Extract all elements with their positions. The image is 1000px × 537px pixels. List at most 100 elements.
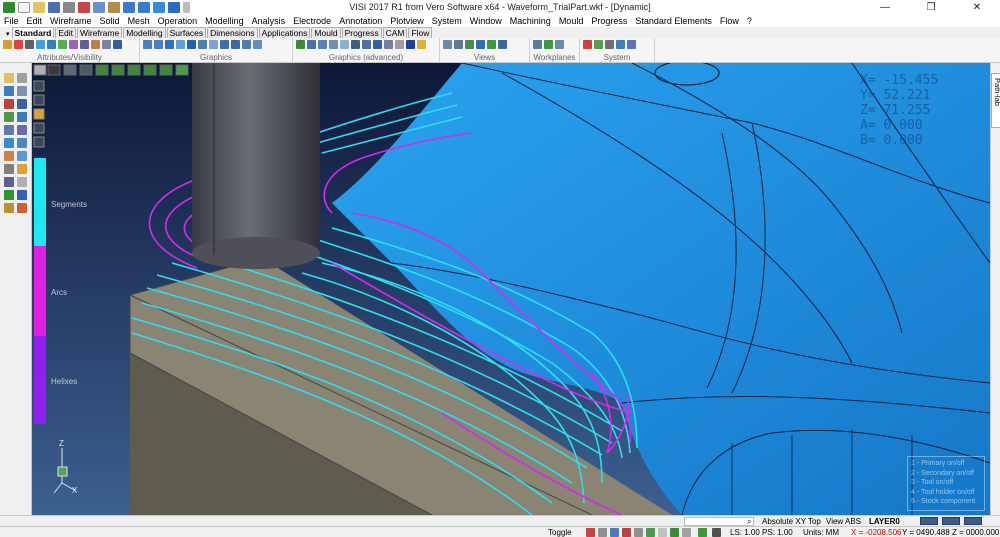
line-icon[interactable]	[4, 86, 14, 96]
menu-electrode[interactable]: Electrode	[293, 16, 331, 26]
refresh-icon[interactable]	[698, 528, 707, 537]
render-icon[interactable]	[296, 40, 305, 49]
fit-icon[interactable]	[231, 40, 240, 49]
wire-icon[interactable]	[176, 40, 185, 49]
perspective-icon[interactable]	[318, 40, 327, 49]
group-icon[interactable]	[91, 40, 100, 49]
lines-icon[interactable]	[25, 40, 34, 49]
shield-icon[interactable]	[406, 40, 415, 49]
extrude-icon[interactable]	[17, 138, 27, 148]
tab-modelling[interactable]: Modelling	[123, 27, 166, 38]
curve-icon[interactable]	[4, 125, 14, 135]
workplane-set-icon[interactable]	[544, 40, 553, 49]
gold-icon[interactable]	[417, 40, 426, 49]
layer-item-tool-holder[interactable]: 4 - Tool holder on/off	[911, 488, 981, 498]
visibility-icon[interactable]	[58, 40, 67, 49]
color-icon[interactable]	[14, 40, 23, 49]
menu-machining[interactable]: Machining	[510, 16, 551, 26]
rotate-icon[interactable]	[165, 40, 174, 49]
grid-snap-icon[interactable]	[598, 528, 607, 537]
view-iso-icon[interactable]	[476, 40, 485, 49]
measure-icon[interactable]	[4, 177, 14, 187]
workplane-list-icon[interactable]	[555, 40, 564, 49]
view-front-icon[interactable]	[454, 40, 463, 49]
menu-help[interactable]: ?	[747, 16, 752, 26]
diamond-icon[interactable]	[627, 40, 636, 49]
minimize-button[interactable]: —	[862, 0, 908, 15]
menu-modelling[interactable]: Modelling	[205, 16, 244, 26]
redraw-icon[interactable]	[253, 40, 262, 49]
save-icon[interactable]	[48, 2, 60, 13]
arc-icon[interactable]	[4, 112, 14, 122]
menu-operation[interactable]: Operation	[158, 16, 198, 26]
copy-icon[interactable]	[93, 2, 105, 13]
redo-icon[interactable]	[138, 2, 150, 13]
lock-icon[interactable]	[670, 528, 679, 537]
tab-applications[interactable]: Applications	[258, 27, 311, 38]
attributes-icon[interactable]	[69, 40, 78, 49]
tab-standard[interactable]: Standard	[11, 27, 55, 38]
filter-icon[interactable]	[80, 40, 89, 49]
show-icon[interactable]	[36, 40, 45, 49]
polar-icon[interactable]	[634, 528, 643, 537]
light-icon[interactable]	[209, 40, 218, 49]
path-lab-tab[interactable]: Path-lab	[991, 73, 1000, 128]
menu-edit[interactable]: Edit	[27, 16, 43, 26]
shade-icon[interactable]	[187, 40, 196, 49]
torus-icon[interactable]	[17, 125, 27, 135]
select-icon[interactable]	[113, 40, 122, 49]
menu-plotview[interactable]: Plotview	[390, 16, 424, 26]
grid-icon[interactable]	[594, 40, 603, 49]
tab-cam[interactable]: CAM	[382, 27, 408, 38]
open-file-icon[interactable]	[33, 2, 45, 13]
tools-icon[interactable]	[4, 203, 14, 213]
ribbon-dropdown-icon[interactable]: ▾	[6, 30, 10, 38]
pan-icon[interactable]	[154, 40, 163, 49]
ortho-icon[interactable]	[610, 528, 619, 537]
zoom-icon[interactable]	[143, 40, 152, 49]
texture-icon[interactable]	[329, 40, 338, 49]
cut-icon[interactable]	[78, 2, 90, 13]
menu-flow[interactable]: Flow	[720, 16, 739, 26]
graphics-viewport[interactable]: X= -15.455 Y= 52.221 Z= 71.255 A= 0.000 …	[32, 63, 990, 515]
menu-progress[interactable]: Progress	[591, 16, 627, 26]
menu-mould[interactable]: Mould	[559, 16, 584, 26]
help-icon[interactable]	[168, 2, 180, 13]
zoom-window-icon[interactable]	[242, 40, 251, 49]
track-icon[interactable]	[646, 528, 655, 537]
layer-item-primary[interactable]: 1 - Primary on/off	[911, 459, 981, 469]
point-icon[interactable]	[4, 73, 14, 83]
check-icon[interactable]	[4, 190, 14, 200]
tab-progress[interactable]: Progress	[341, 27, 382, 38]
shadow-icon[interactable]	[351, 40, 360, 49]
palette-icon[interactable]	[583, 40, 592, 49]
view-top-icon[interactable]	[443, 40, 452, 49]
display-mode-2[interactable]	[942, 517, 960, 525]
menu-analysis[interactable]: Analysis	[252, 16, 286, 26]
menu-standard-elements[interactable]: Standard Elements	[635, 16, 712, 26]
layer-icon[interactable]	[3, 40, 12, 49]
highlight-icon[interactable]	[395, 40, 404, 49]
menu-wireframe[interactable]: Wireframe	[50, 16, 92, 26]
view-dynamic-icon[interactable]	[487, 40, 496, 49]
globe-icon[interactable]	[616, 40, 625, 49]
surface-icon[interactable]	[4, 138, 14, 148]
fillet-icon[interactable]	[17, 164, 27, 174]
tab-surfaces[interactable]: Surfaces	[166, 27, 207, 38]
tab-flow[interactable]: Flow	[408, 27, 433, 38]
dropdown-icon[interactable]	[183, 2, 190, 13]
circle-icon[interactable]	[4, 99, 14, 109]
revolve-icon[interactable]	[17, 151, 27, 161]
restore-button[interactable]: ❐	[908, 0, 954, 15]
layer-item-secondary[interactable]: 2 - Secondary on/off	[911, 469, 981, 479]
close-button[interactable]: ✕	[954, 0, 1000, 15]
edit-icon[interactable]	[4, 164, 14, 174]
boolean-icon[interactable]	[17, 203, 27, 213]
undo-icon[interactable]	[123, 2, 135, 13]
filter-snap-icon[interactable]	[622, 528, 631, 537]
toggle-button[interactable]: Toggle	[548, 527, 572, 537]
menu-mesh[interactable]: Mesh	[128, 16, 150, 26]
tab-wireframe[interactable]: Wireframe	[77, 27, 123, 38]
hide-icon[interactable]	[47, 40, 56, 49]
section-icon[interactable]	[220, 40, 229, 49]
